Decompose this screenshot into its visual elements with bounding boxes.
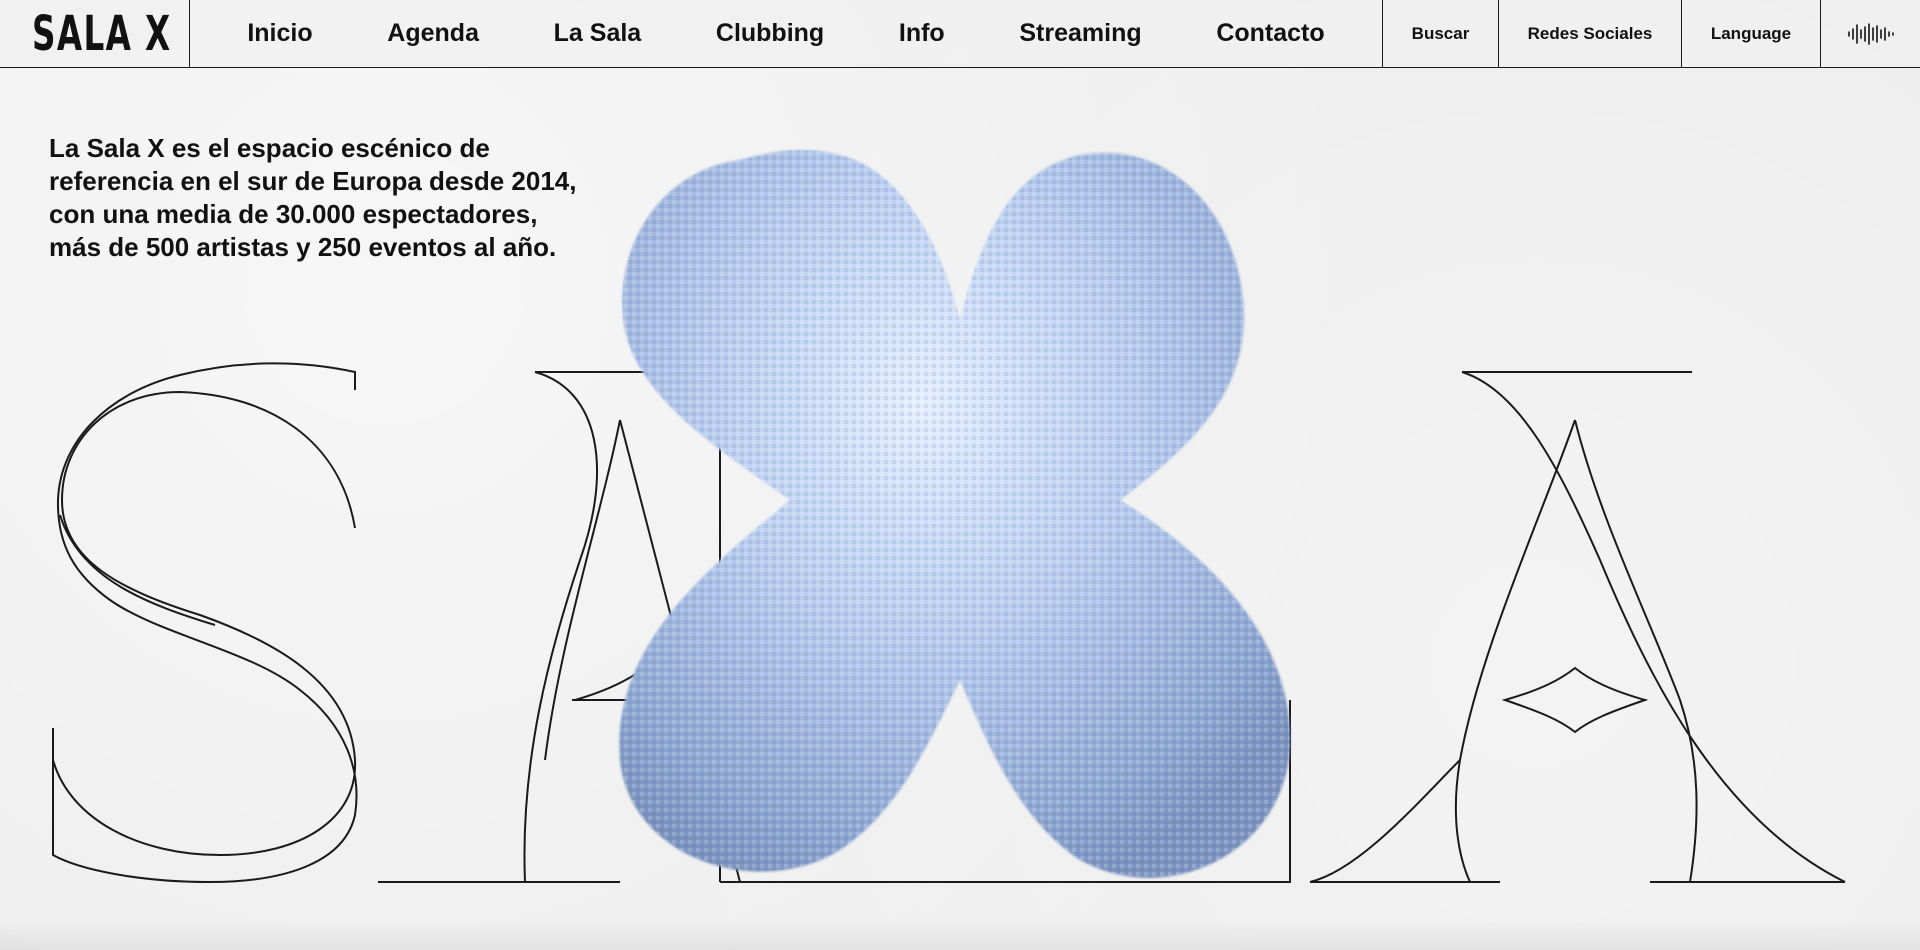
top-navigation-bar: SALA X Inicio Agenda La Sala Clubbing In… [0, 0, 1920, 68]
nav-item-streaming[interactable]: Streaming [1019, 19, 1141, 48]
outline-letter-s [52, 362, 358, 884]
sound-wave-icon [1847, 22, 1894, 45]
nav-item-info[interactable]: Info [899, 19, 945, 48]
main-navigation: Inicio Agenda La Sala Clubbing Info Stre… [190, 0, 1382, 67]
page: SALA X Inicio Agenda La Sala Clubbing In… [0, 0, 1920, 950]
nav-item-la-sala[interactable]: La Sala [554, 19, 642, 48]
search-button[interactable]: Buscar [1382, 0, 1498, 67]
outline-letter-a-last [1309, 371, 1846, 883]
social-networks-label: Redes Sociales [1527, 23, 1653, 43]
x-shape-icon [619, 150, 1290, 878]
language-button[interactable]: Language [1681, 0, 1820, 67]
logo[interactable]: SALA X [0, 0, 190, 67]
language-label: Language [1710, 23, 1792, 43]
nav-item-clubbing[interactable]: Clubbing [716, 19, 824, 48]
bottom-shadow [0, 920, 1920, 950]
search-button-label: Buscar [1411, 23, 1470, 43]
nav-item-contacto[interactable]: Contacto [1216, 19, 1324, 48]
social-networks-button[interactable]: Redes Sociales [1498, 0, 1681, 67]
audio-toggle-button[interactable] [1820, 0, 1920, 67]
logo-text: SALA X [32, 5, 172, 62]
utility-navigation: Buscar Redes Sociales Language [1382, 0, 1920, 67]
intro-paragraph: La Sala X es el espacio escénico de refe… [49, 133, 577, 262]
nav-item-agenda[interactable]: Agenda [387, 19, 479, 48]
nav-item-inicio[interactable]: Inicio [247, 19, 312, 48]
